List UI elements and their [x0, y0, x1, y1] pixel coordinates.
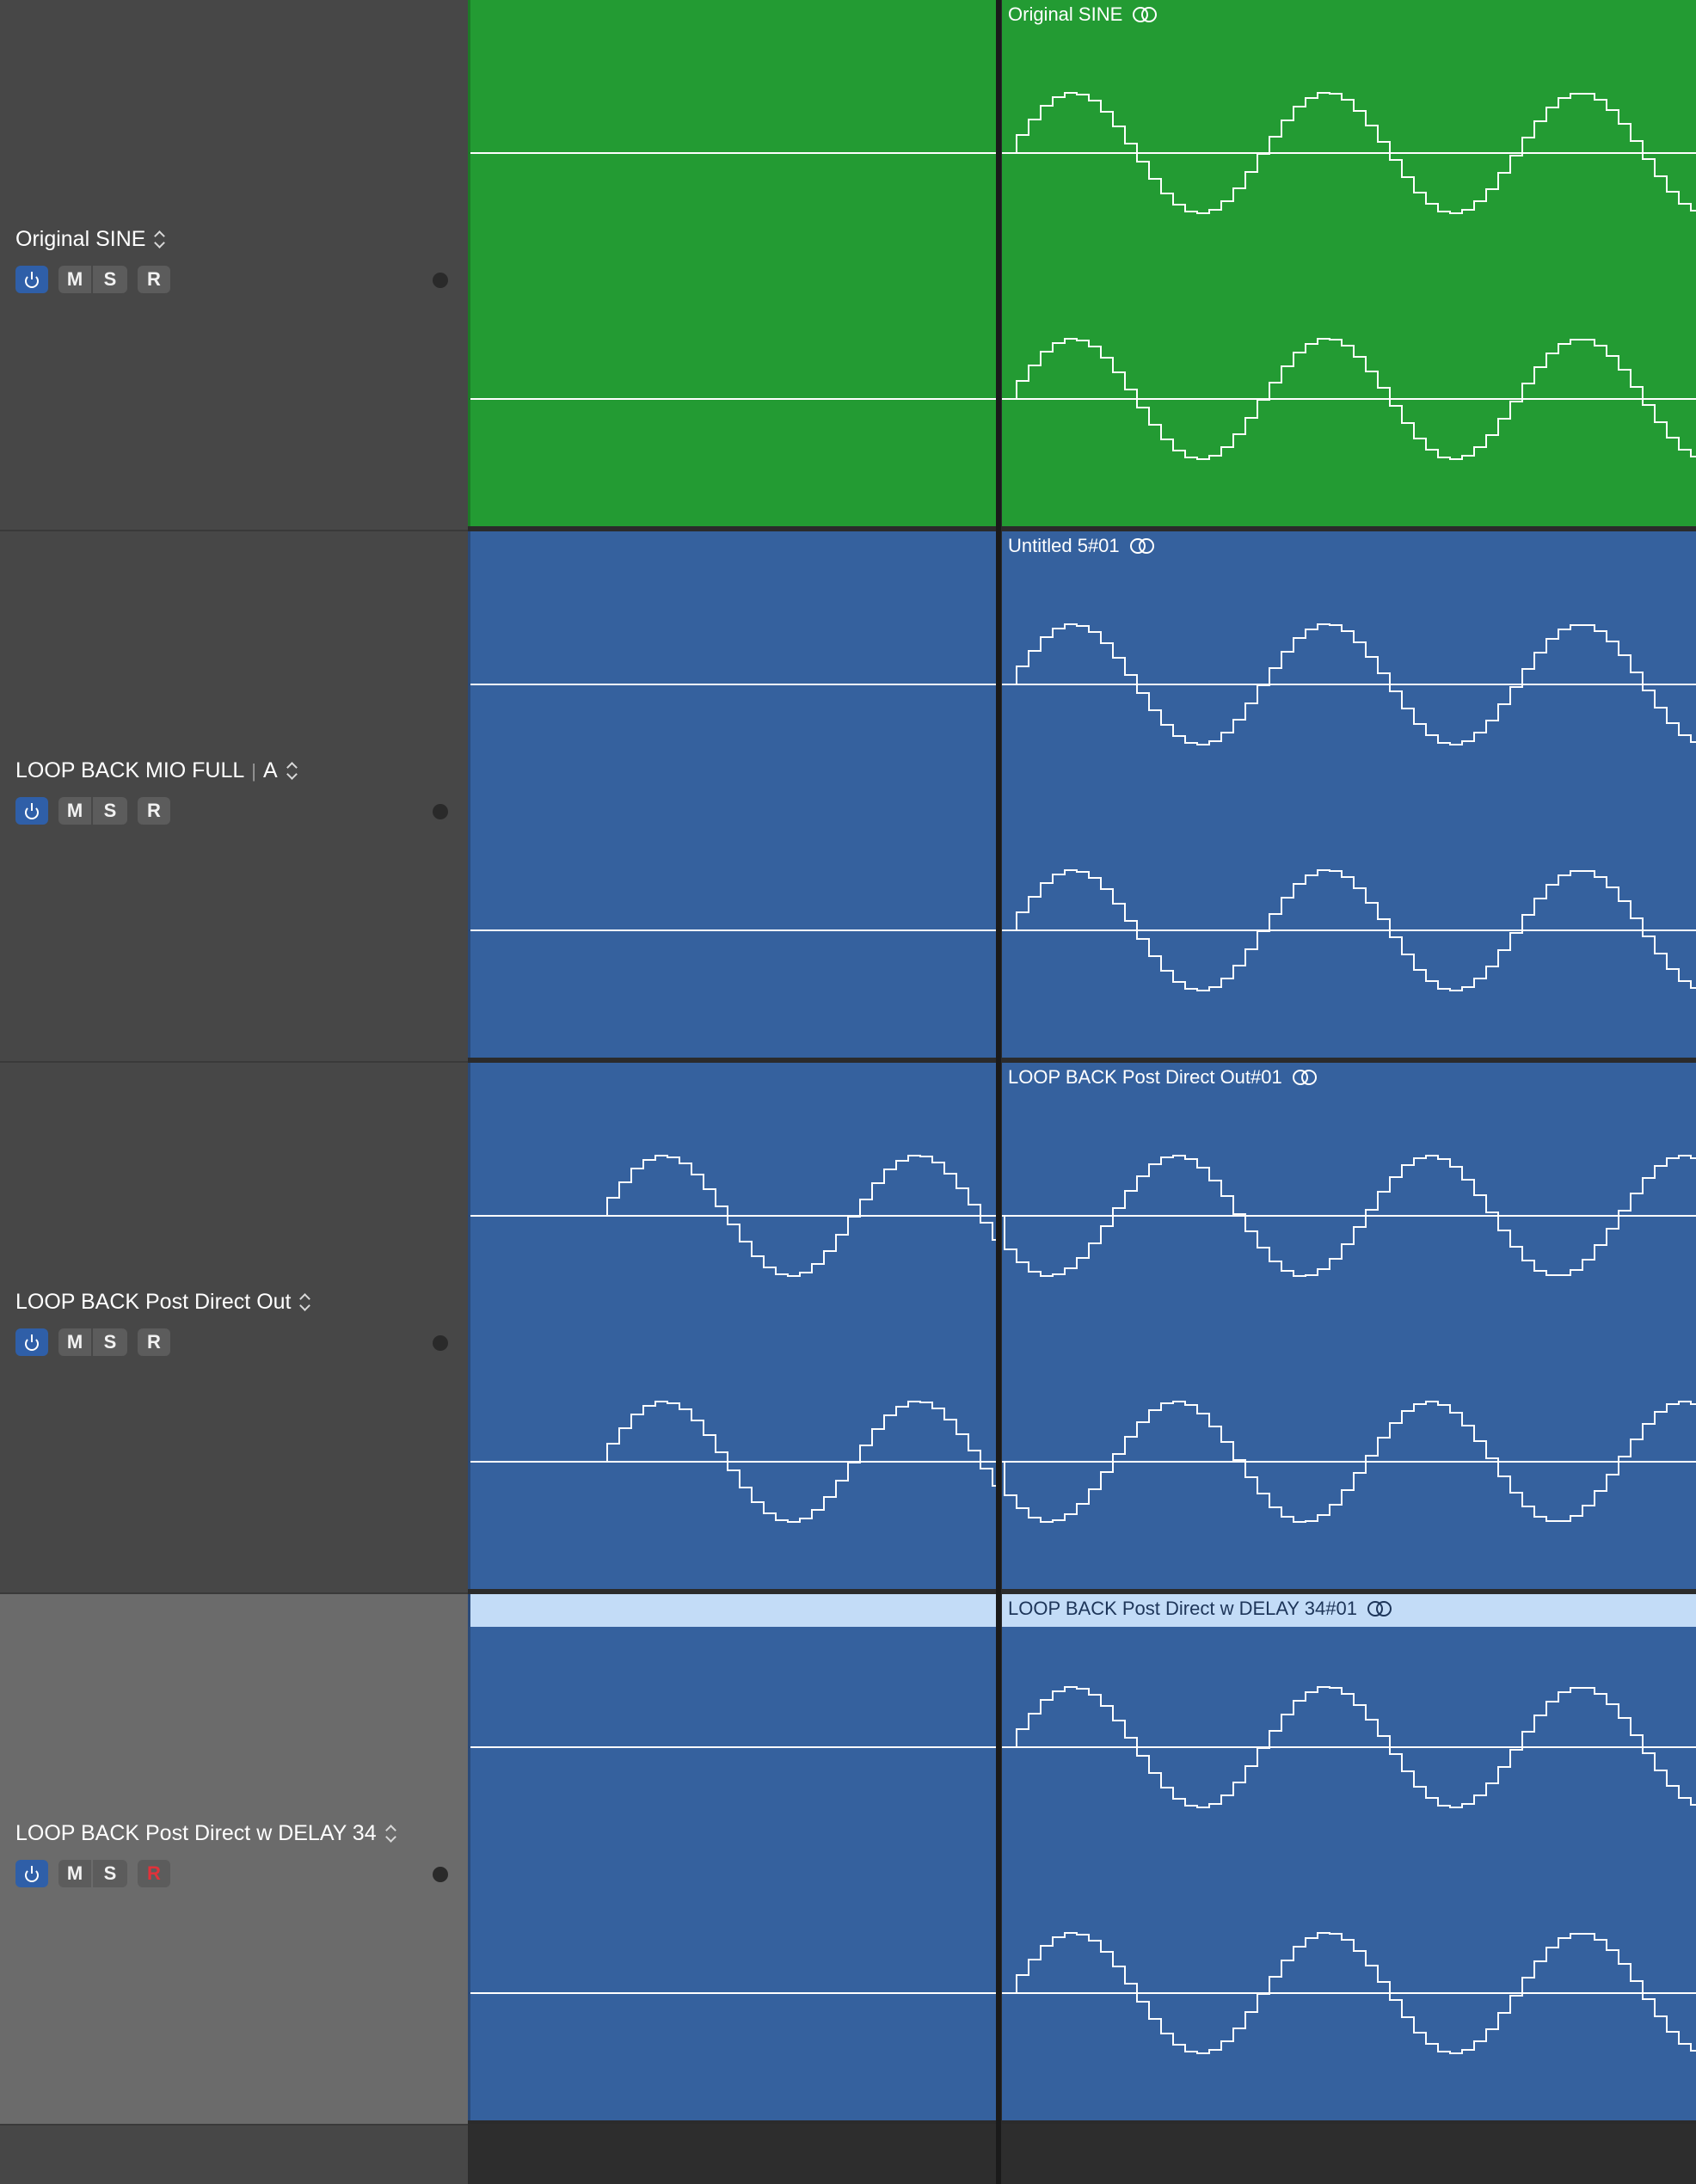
record-button[interactable]: R [138, 797, 170, 825]
record-button[interactable]: R [138, 1860, 170, 1887]
region-title[interactable]: Untitled 5#01 [1008, 535, 1156, 557]
empty-lane [468, 2124, 996, 2184]
power-icon [25, 803, 39, 819]
track-on-button[interactable] [15, 797, 48, 825]
record-button[interactable]: R [138, 1328, 170, 1356]
input-monitor-dot[interactable] [433, 1867, 448, 1882]
input-monitor-dot[interactable] [433, 804, 448, 819]
track-controls: M S R [15, 797, 170, 825]
solo-button[interactable]: S [93, 266, 127, 293]
track-on-button[interactable] [15, 1860, 48, 1887]
chevron-updown-icon[interactable] [385, 1823, 397, 1845]
waveform [1002, 623, 1696, 991]
track-name-label: LOOP BACK Post Direct w DELAY 34 [15, 1821, 377, 1845]
track-lane-4: LOOP BACK Post Direct w DELAY 34#01 [468, 1594, 1696, 2126]
track-lane-3: LOOP BACK Post Direct Out#01 [468, 1063, 1696, 1594]
loop-icon [1367, 1601, 1393, 1617]
chevron-updown-icon[interactable] [154, 229, 166, 251]
region-left[interactable] [468, 0, 996, 526]
waveform [1002, 92, 1696, 460]
track-name[interactable]: LOOP BACK Post Direct w DELAY 34 [15, 1821, 397, 1846]
track-controls: M S R [15, 1860, 170, 1887]
track-name-suffix: A [263, 758, 278, 782]
loop-icon [1292, 1070, 1318, 1085]
track-header-original-sine[interactable]: Original SINE M S R [0, 0, 468, 531]
waveform-left [470, 152, 996, 400]
power-icon [25, 272, 39, 288]
region-title-label: LOOP BACK Post Direct Out#01 [1008, 1066, 1282, 1088]
region-title-label: Original SINE [1008, 3, 1123, 25]
waveform-left [470, 1746, 996, 1994]
waveform-left [470, 1155, 996, 1523]
name-separator: | [251, 759, 257, 782]
mute-button[interactable]: M [58, 1328, 91, 1356]
mute-button[interactable]: M [58, 797, 91, 825]
track-name[interactable]: Original SINE [15, 227, 166, 252]
input-monitor-dot[interactable] [433, 1335, 448, 1351]
playhead[interactable] [996, 0, 1001, 2184]
audio-region[interactable]: LOOP BACK Post Direct Out#01 [1002, 1063, 1696, 1589]
empty-lane [1001, 2124, 1696, 2184]
input-monitor-dot[interactable] [433, 273, 448, 288]
track-on-button[interactable] [15, 266, 48, 293]
track-header-loop-back-mio-full[interactable]: LOOP BACK MIO FULL | A M S R [0, 531, 468, 1063]
track-name-label: Original SINE [15, 227, 146, 251]
region-title[interactable]: LOOP BACK Post Direct Out#01 [1008, 1066, 1318, 1089]
region-title-label: LOOP BACK Post Direct w DELAY 34#01 [1008, 1598, 1357, 1619]
power-icon [25, 1334, 39, 1351]
audio-region-selected[interactable]: LOOP BACK Post Direct w DELAY 34#01 [1002, 1594, 1696, 2120]
solo-button[interactable]: S [93, 1860, 127, 1887]
waveform [1002, 1686, 1696, 2054]
waveform [1002, 1155, 1696, 1523]
region-left[interactable] [468, 531, 996, 1058]
track-lane-2: Untitled 5#01 [468, 531, 1696, 1063]
track-controls: M S R [15, 266, 170, 293]
solo-button[interactable]: S [93, 797, 127, 825]
region-title[interactable]: Original SINE [1008, 3, 1158, 26]
region-left[interactable] [468, 1594, 996, 2120]
region-title-label: Untitled 5#01 [1008, 535, 1120, 556]
track-name-label: LOOP BACK MIO FULL [15, 758, 245, 782]
solo-button[interactable]: S [93, 1328, 127, 1356]
loop-icon [1133, 7, 1158, 22]
track-name[interactable]: LOOP BACK MIO FULL | A [15, 758, 298, 783]
audio-region[interactable]: Untitled 5#01 [1002, 531, 1696, 1058]
mute-button[interactable]: M [58, 266, 91, 293]
track-controls: M S R [15, 1328, 170, 1356]
power-icon [25, 1866, 39, 1882]
audio-region[interactable]: Original SINE [1002, 0, 1696, 526]
chevron-updown-icon[interactable] [299, 1291, 311, 1314]
waveform-left [470, 684, 996, 931]
track-name-label: LOOP BACK Post Direct Out [15, 1290, 292, 1314]
selected-region-title-bar: LOOP BACK Post Direct w DELAY 34#01 [1002, 1594, 1696, 1627]
track-on-button[interactable] [15, 1328, 48, 1356]
track-lane-1: Original SINE [468, 0, 1696, 531]
loop-icon [1129, 538, 1156, 554]
track-name[interactable]: LOOP BACK Post Direct Out [15, 1290, 311, 1315]
region-left[interactable] [468, 1063, 996, 1589]
track-header-loop-back-post-direct-out[interactable]: LOOP BACK Post Direct Out M S R [0, 1063, 468, 1594]
chevron-updown-icon[interactable] [286, 760, 298, 782]
mute-button[interactable]: M [58, 1860, 91, 1887]
record-button[interactable]: R [138, 266, 170, 293]
region-title[interactable]: LOOP BACK Post Direct w DELAY 34#01 [1008, 1598, 1393, 1620]
track-header-loop-back-post-direct-w-delay-34[interactable]: LOOP BACK Post Direct w DELAY 34 M S R [0, 1594, 468, 2126]
